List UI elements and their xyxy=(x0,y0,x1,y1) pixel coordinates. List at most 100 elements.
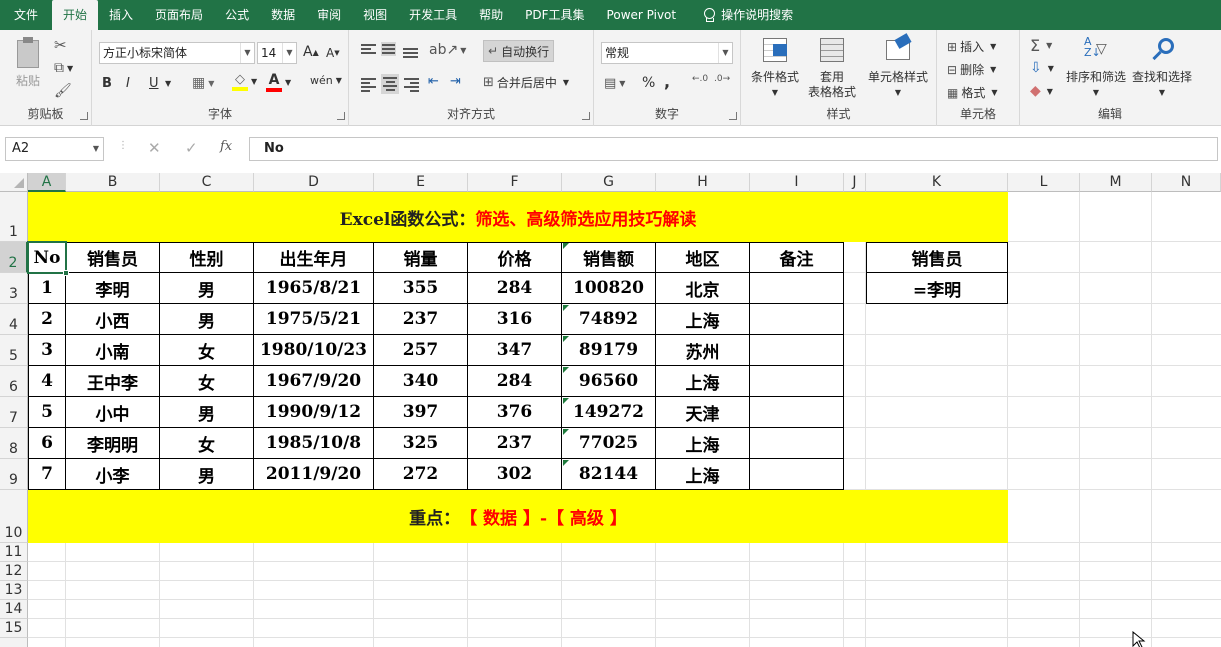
row-header-6[interactable]: 6 xyxy=(0,366,28,397)
border-icon[interactable]: ▦ ▼ xyxy=(192,75,214,91)
column-header-a[interactable]: A xyxy=(28,173,66,192)
row-header-13[interactable]: 13 xyxy=(0,581,28,600)
table-cell-price[interactable]: 347 xyxy=(468,335,562,366)
clipboard-launcher-icon[interactable] xyxy=(80,112,88,120)
fill-icon[interactable]: ⇩ ▼ xyxy=(1030,60,1054,76)
table-cell-sales-amount[interactable]: 149272 xyxy=(562,397,656,428)
table-cell-gender[interactable]: 女 xyxy=(160,335,254,366)
table-cell-birth-date[interactable]: 1980/10/23 xyxy=(254,335,374,366)
increase-decimal-icon[interactable]: ←.0 xyxy=(692,74,708,84)
table-cell-salesperson[interactable]: 小西 xyxy=(66,304,160,335)
table-cell-region[interactable]: 上海 xyxy=(656,304,750,335)
cancel-icon[interactable]: ✕ xyxy=(148,139,161,157)
comma-button[interactable]: , xyxy=(664,72,670,91)
tab-help[interactable]: 帮助 xyxy=(468,0,514,30)
row-header-5[interactable]: 5 xyxy=(0,335,28,366)
row-header-8[interactable]: 8 xyxy=(0,428,28,459)
autosum-icon[interactable]: Σ ▼ xyxy=(1030,36,1052,55)
table-cell-gender[interactable]: 女 xyxy=(160,366,254,397)
table-cell-salesperson[interactable]: 王中李 xyxy=(66,366,160,397)
format-cells-button[interactable]: ▦ 格式 ▼ xyxy=(947,84,998,101)
table-header-sales-amount[interactable]: 销售额 xyxy=(562,242,656,273)
tab-developer[interactable]: 开发工具 xyxy=(398,0,468,30)
font-color-button[interactable]: A ▼ xyxy=(266,72,291,92)
row-header-3[interactable]: 3 xyxy=(0,273,28,304)
column-header-f[interactable]: F xyxy=(468,173,562,192)
table-cell-remarks[interactable] xyxy=(750,366,844,397)
bold-button[interactable]: B xyxy=(102,76,112,91)
align-right-icon[interactable] xyxy=(404,76,419,94)
row-header-7[interactable]: 7 xyxy=(0,397,28,428)
table-cell-birth-date[interactable]: 1975/5/21 xyxy=(254,304,374,335)
merge-center-button[interactable]: ⊞ 合并后居中 ▼ xyxy=(483,74,569,91)
sort-filter-button[interactable]: A Z↓ ▽ 排序和筛选 ▼ xyxy=(1064,36,1128,100)
table-cell-no[interactable]: 3 xyxy=(28,335,66,366)
top-align-icon[interactable] xyxy=(361,42,376,56)
column-header-n[interactable]: N xyxy=(1152,173,1221,192)
table-cell-region[interactable]: 上海 xyxy=(656,428,750,459)
table-cell-remarks[interactable] xyxy=(750,428,844,459)
table-cell-sales-amount[interactable]: 100820 xyxy=(562,273,656,304)
table-cell-region[interactable]: 上海 xyxy=(656,366,750,397)
table-header-price[interactable]: 价格 xyxy=(468,242,562,273)
clear-icon[interactable]: ◆ ▼ xyxy=(1030,83,1053,99)
wrap-text-button[interactable]: ↵ 自动换行 xyxy=(483,40,555,62)
row-header-9[interactable]: 9 xyxy=(0,459,28,490)
table-cell-sales-amount[interactable]: 89179 xyxy=(562,335,656,366)
table-cell-remarks[interactable] xyxy=(750,273,844,304)
row-header-4[interactable]: 4 xyxy=(0,304,28,335)
table-cell-birth-date[interactable]: 2011/9/20 xyxy=(254,459,374,490)
row-header-2[interactable]: 2 xyxy=(0,242,28,273)
table-header-salesperson[interactable]: 销售员 xyxy=(66,242,160,273)
table-cell-price[interactable]: 302 xyxy=(468,459,562,490)
table-cell-birth-date[interactable]: 1985/10/8 xyxy=(254,428,374,459)
table-cell-price[interactable]: 376 xyxy=(468,397,562,428)
cell-styles-button[interactable]: 单元格样式 ▼ xyxy=(865,33,931,100)
delete-cells-button[interactable]: ⊟ 删除 ▼ xyxy=(947,61,996,78)
table-cell-gender[interactable]: 男 xyxy=(160,304,254,335)
accounting-icon[interactable]: ▤ ▼ xyxy=(604,76,625,91)
alignment-launcher-icon[interactable] xyxy=(582,112,590,120)
table-cell-quantity[interactable]: 340 xyxy=(374,366,468,397)
table-cell-price[interactable]: 316 xyxy=(468,304,562,335)
row-header-16[interactable] xyxy=(0,638,28,647)
table-cell-sales-amount[interactable]: 96560 xyxy=(562,366,656,397)
tab-page-layout[interactable]: 页面布局 xyxy=(144,0,214,30)
column-header-d[interactable]: D xyxy=(254,173,374,192)
table-header-no[interactable]: No xyxy=(28,242,66,273)
cut-icon[interactable]: ✂ xyxy=(54,36,67,54)
tell-me-search[interactable]: 操作说明搜索 xyxy=(687,0,804,30)
column-header-b[interactable]: B xyxy=(66,173,160,192)
table-cell-price[interactable]: 284 xyxy=(468,366,562,397)
table-cell-salesperson[interactable]: 李明明 xyxy=(66,428,160,459)
chevron-down-icon[interactable]: ▼ xyxy=(165,79,171,88)
column-header-g[interactable]: G xyxy=(562,173,656,192)
column-header-h[interactable]: H xyxy=(656,173,750,192)
align-left-icon[interactable] xyxy=(361,76,376,94)
row-header-15[interactable]: 15 xyxy=(0,619,28,638)
decrease-indent-icon[interactable]: ⇤ xyxy=(428,74,439,89)
orientation-icon[interactable]: ab↗ ▼ xyxy=(429,42,466,58)
table-cell-quantity[interactable]: 237 xyxy=(374,304,468,335)
fill-handle[interactable] xyxy=(63,270,69,276)
table-cell-gender[interactable]: 男 xyxy=(160,273,254,304)
column-header-m[interactable]: M xyxy=(1080,173,1152,192)
table-cell-region[interactable]: 苏州 xyxy=(656,335,750,366)
table-cell-remarks[interactable] xyxy=(750,459,844,490)
table-cell-gender[interactable]: 女 xyxy=(160,428,254,459)
row-header-14[interactable]: 14 xyxy=(0,600,28,619)
underline-button[interactable]: U xyxy=(149,76,159,91)
sheet-title[interactable]: Excel函数公式： 筛选、高级筛选应用技巧解读 xyxy=(28,192,1008,242)
find-select-button[interactable]: 查找和选择 ▼ xyxy=(1130,36,1194,100)
font-launcher-icon[interactable] xyxy=(337,112,345,120)
table-cell-gender[interactable]: 男 xyxy=(160,459,254,490)
table-cell-region[interactable]: 北京 xyxy=(656,273,750,304)
table-cell-quantity[interactable]: 257 xyxy=(374,335,468,366)
paste-button[interactable]: 粘贴 xyxy=(8,36,48,89)
table-header-quantity[interactable]: 销量 xyxy=(374,242,468,273)
tab-pdf-tools[interactable]: PDF工具集 xyxy=(514,0,595,30)
grow-font-button[interactable]: A ▲ xyxy=(303,44,319,60)
tab-power-pivot[interactable]: Power Pivot xyxy=(596,0,688,30)
select-all-corner[interactable] xyxy=(0,173,28,192)
copy-icon[interactable]: ⧉ ▼ xyxy=(54,60,73,76)
